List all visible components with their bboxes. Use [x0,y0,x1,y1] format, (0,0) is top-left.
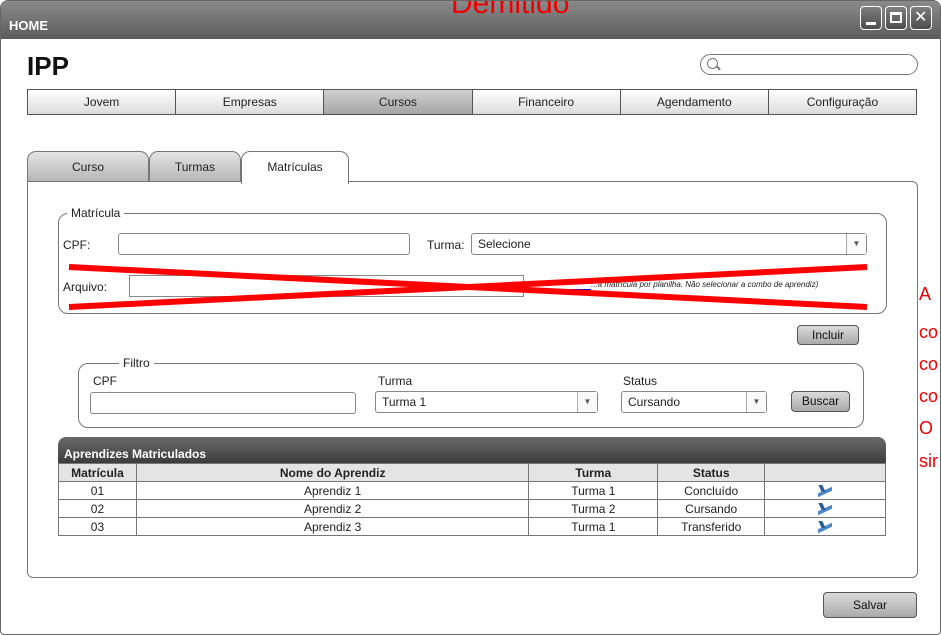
window-title: HOME [9,18,48,33]
aprendizes-grid: Matrícula Nome do Aprendiz Turma Status … [58,463,886,536]
annotation-side-line: A [919,284,932,304]
close-icon: ✕ [914,9,928,26]
app-title: IPP [27,51,69,81]
filtro-legend: Filtro [123,356,150,370]
cell-status: Cursando [657,499,766,518]
main-nav: Jovem Empresas Cursos Financeiro Agendam… [27,89,917,115]
col-status: Status [657,463,766,482]
filtro-cpf-input[interactable] [90,392,356,414]
arquivo-link[interactable] [531,280,591,290]
buscar-button[interactable]: Buscar [791,391,850,412]
table-row: 03 Aprendiz 3 Turma 1 Transferido [58,517,886,536]
turma-select[interactable]: Selecione ▼ [471,233,867,255]
cell-action [764,499,886,518]
annotation-side-line: sir [919,451,938,471]
cell-status: Concluído [657,481,766,500]
minimize-icon [866,22,876,25]
nav-item-agendamento[interactable]: Agendamento [620,90,769,114]
aprendizes-table: Aprendizes Matriculados Matrícula Nome d… [58,437,886,553]
nav-item-financeiro[interactable]: Financeiro [472,90,621,114]
maximize-icon [890,12,902,23]
tab-panel-matriculas: Matrícula CPF: Turma: Selecione ▼ Arquiv… [27,181,918,578]
cell-matricula: 03 [58,517,137,536]
arquivo-input[interactable] [129,275,524,297]
maximize-button[interactable] [885,6,907,30]
edit-pencil-icon[interactable] [818,485,832,495]
minimize-button[interactable] [860,6,882,30]
cell-nome: Aprendiz 1 [135,481,530,500]
matricula-legend: Matrícula [71,206,121,220]
chevron-down-icon: ▼ [577,392,597,412]
tab-curso[interactable]: Curso [27,151,149,182]
annotation-side-line: O [919,418,934,438]
cell-action [764,481,886,500]
table-title: Aprendizes Matriculados [58,437,886,463]
col-acao [764,463,886,482]
close-button[interactable]: ✕ [910,6,932,30]
nav-item-jovem[interactable]: Jovem [28,90,177,114]
annotation-side-line: co [919,322,939,342]
app-window: HOME ✕ Demitido IPP Jovem Empresas Curso… [0,0,941,635]
salvar-button[interactable]: Salvar [823,592,917,618]
cpf-input[interactable] [118,233,410,255]
col-matricula: Matrícula [58,463,137,482]
filtro-status-value: Cursando [628,395,681,409]
arquivo-note: ...a matrícula por planilha. Não selecio… [591,280,819,289]
turma-label: Turma: [427,238,465,252]
nav-item-cursos[interactable]: Cursos [324,90,473,114]
col-turma: Turma [528,463,659,482]
search-icon [707,58,718,69]
edit-pencil-icon[interactable] [818,521,832,531]
nav-item-empresas[interactable]: Empresas [176,90,325,114]
search-input[interactable] [700,54,918,75]
matricula-group: Matrícula [58,206,887,314]
cell-nome: Aprendiz 2 [135,499,530,518]
tab-turmas[interactable]: Turmas [149,151,241,182]
incluir-button[interactable]: Incluir [797,325,859,345]
arquivo-label: Arquivo: [63,280,108,294]
table-header-row: Matrícula Nome do Aprendiz Turma Status [58,463,886,482]
filtro-status-select[interactable]: Cursando ▼ [621,391,767,413]
cell-matricula: 01 [58,481,137,500]
chevron-down-icon: ▼ [746,392,766,412]
annotation-side-line: co [919,354,939,374]
chevron-down-icon: ▼ [846,234,866,254]
cell-turma: Turma 2 [528,499,659,518]
cpf-label: CPF: [63,238,91,252]
filtro-turma-value: Turma 1 [382,395,427,409]
filtro-turma-select[interactable]: Turma 1 ▼ [375,391,598,413]
annotation-heading: Demitido [451,0,570,20]
col-nome: Nome do Aprendiz [135,463,530,482]
filtro-cpf-label: CPF [93,374,117,388]
edit-pencil-icon[interactable] [818,503,832,513]
cell-matricula: 02 [58,499,137,518]
cell-status: Transferido [657,517,766,536]
table-row: 02 Aprendiz 2 Turma 2 Cursando [58,499,886,518]
cell-turma: Turma 1 [528,481,659,500]
filtro-status-label: Status [623,374,658,388]
table-row: 01 Aprendiz 1 Turma 1 Concluído [58,481,886,500]
cell-action [764,517,886,536]
filtro-turma-label: Turma [378,374,413,388]
tab-matriculas[interactable]: Matrículas [241,151,349,184]
turma-select-value: Selecione [478,237,531,251]
annotation-side-line: co [919,386,939,406]
cell-nome: Aprendiz 3 [135,517,530,536]
nav-item-configuracao[interactable]: Configuração [768,90,917,114]
cell-turma: Turma 1 [528,517,659,536]
